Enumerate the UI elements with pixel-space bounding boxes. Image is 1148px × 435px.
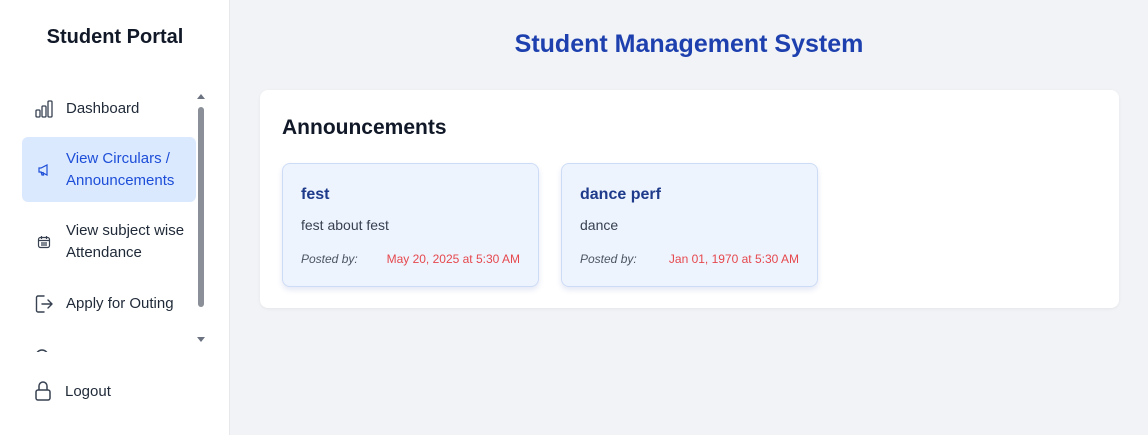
sidebar-item-announcements[interactable]: View Circulars / Announcements [22,137,196,202]
brand-title: Student Portal [46,26,184,48]
sidebar-item-attendance[interactable]: View subject wise Attendance [22,216,196,268]
bar-chart-icon [34,99,54,119]
announcement-description: dance [580,217,619,233]
sidebar-item-label: View subject wise Attendance [66,222,185,261]
sidebar-item-label: View Circulars / Announcements [66,149,175,189]
lock-icon [34,380,52,402]
logout-button[interactable]: Logout [34,380,111,402]
section-heading: Announcements [282,116,447,139]
announcements-panel: Announcements fest fest about fest Poste… [260,90,1119,308]
announcement-description: fest about fest [301,217,389,233]
cut-off-icon [34,344,50,352]
exit-icon [34,294,54,314]
announcement-title: fest [301,186,330,203]
logout-label: Logout [65,382,111,400]
page-title: Student Management System [514,30,864,58]
announcement-card[interactable]: fest fest about fest Posted by: May 20, … [282,163,539,287]
sidebar-item-outing[interactable]: Apply for Outing [22,291,196,317]
posted-by-label: Posted by: [301,252,358,266]
sidebar-item-label: Apply for Outing [66,295,174,312]
sidebar-item-label: Dashboard [66,100,140,117]
sidebar-nav: Dashboard View Circulars / Announcements… [22,86,196,348]
announcement-card[interactable]: dance perf dance Posted by: Jan 01, 1970… [561,163,818,287]
scroll-down-arrow-icon[interactable] [197,337,205,342]
scroll-thumb[interactable] [198,107,204,307]
megaphone-icon [34,160,54,180]
posted-date: Jan 01, 1970 at 5:30 AM [668,252,799,266]
sidebar-item-dashboard[interactable]: Dashboard [22,96,196,122]
calendar-icon [34,232,54,252]
scroll-up-arrow-icon[interactable] [197,94,205,99]
sidebar-scrollbar[interactable] [196,92,206,342]
announcement-title: dance perf [580,186,661,203]
posted-date: May 20, 2025 at 5:30 AM [386,252,520,266]
posted-by-label: Posted by: [580,252,637,266]
sidebar: Student Portal Dashboard View Circulars … [0,0,230,435]
